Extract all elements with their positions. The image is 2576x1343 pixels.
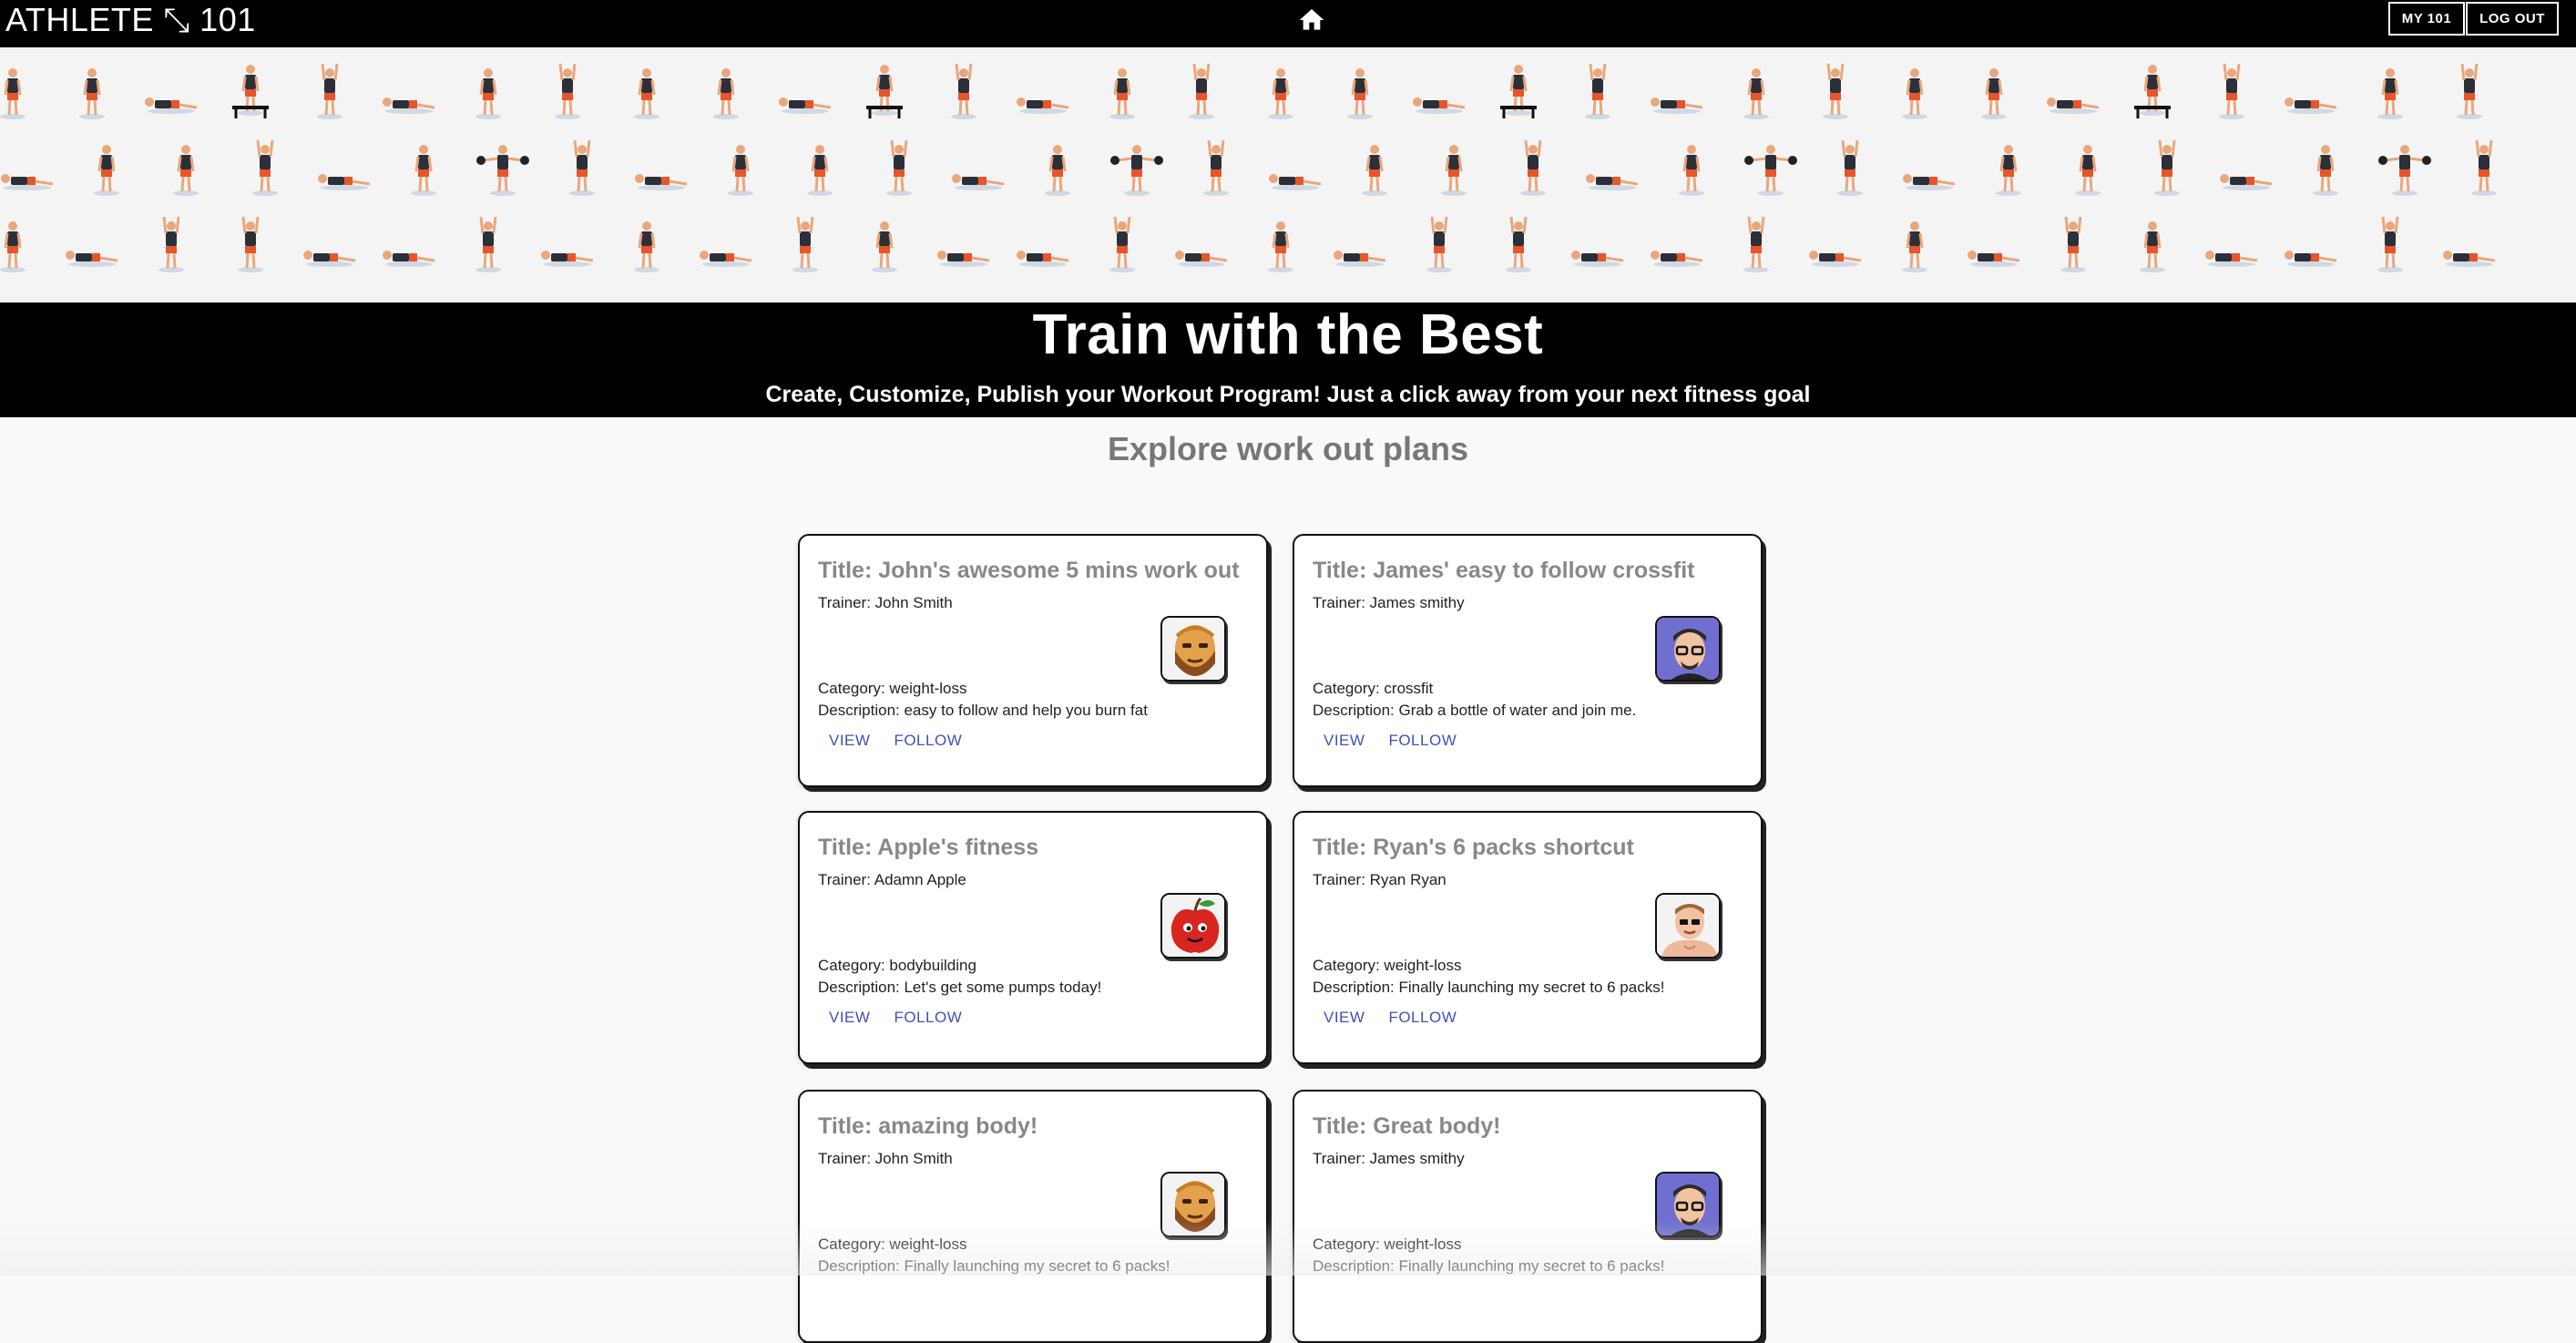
home-icon[interactable] [1297,5,1326,35]
card-description: Description: Finally launching my secret… [1313,979,1665,996]
view-button[interactable]: VIEW [1324,1009,1365,1027]
card-description: Description: Grab a bottle of water and … [1313,702,1637,719]
top-navbar: ATHLETE ⤡ 101 MY 101 LOG OUT [0,0,2576,47]
card-category: Category: bodybuilding [818,957,976,974]
card-category: Category: weight-loss [1313,957,1462,974]
section-title: Explore work out plans [1107,430,1469,467]
bearded-man-avatar [1160,616,1226,682]
follow-button[interactable]: FOLLOW [1388,1009,1457,1027]
glasses-man-avatar [1655,616,1721,682]
exercise-banner [0,47,2576,302]
card-title: Title: Ryan's 6 packs shortcut [1313,835,1634,860]
card-title: Title: John's awesome 5 mins work out [818,558,1240,583]
card-actions: VIEW FOLLOW [829,732,962,750]
logout-button[interactable]: LOG OUT [2466,2,2559,36]
apple-avatar [1160,893,1226,959]
view-button[interactable]: VIEW [829,732,870,750]
bearded-man-avatar [1160,1172,1226,1237]
card-description: Description: easy to follow and help you… [818,702,1148,719]
follow-button[interactable]: FOLLOW [1388,732,1457,750]
my-101-button[interactable]: MY 101 [2388,2,2465,36]
card-trainer: Trainer: James smithy [1313,1150,1465,1167]
card-trainer: Trainer: Adamn Apple [818,871,966,888]
card-trainer: Trainer: John Smith [818,1150,953,1167]
exercise-figures-illustration [0,63,2497,272]
card-description: Description: Finally launching my secret… [818,1257,1170,1275]
card-actions: VIEW FOLLOW [1324,732,1457,750]
workout-card: Title: Apple's fitness Trainer: Adamn Ap… [798,811,1268,1064]
card-trainer: Trainer: Ryan Ryan [1313,871,1446,888]
card-description: Description: Finally launching my secret… [1313,1257,1665,1275]
hero-title: Train with the Best [1032,303,1544,366]
workout-card: Title: John's awesome 5 mins work out Tr… [798,534,1268,787]
card-trainer: Trainer: John Smith [818,594,953,611]
workout-card: Title: amazing body! Trainer: John Smith… [798,1090,1268,1343]
card-actions: VIEW FOLLOW [1324,1009,1457,1027]
follow-button[interactable]: FOLLOW [894,1009,962,1027]
card-title: Title: Great body! [1313,1113,1501,1139]
brand-logo[interactable]: ATHLETE ⤡ 101 [5,2,256,38]
card-trainer: Trainer: James smithy [1313,594,1465,611]
view-button[interactable]: VIEW [1324,732,1365,750]
card-category: Category: weight-loss [818,680,967,697]
workout-card: Title: Great body! Trainer: James smithy… [1293,1090,1763,1343]
follow-button[interactable]: FOLLOW [894,732,962,750]
workout-card: Title: James' easy to follow crossfit Tr… [1293,534,1763,787]
card-description: Description: Let's get some pumps today! [818,979,1102,996]
workout-card: Title: Ryan's 6 packs shortcut Trainer: … [1293,811,1763,1064]
card-title: Title: Apple's fitness [818,835,1039,860]
muscle-man-avatar [1655,893,1721,959]
view-button[interactable]: VIEW [829,1009,870,1027]
card-title: Title: James' easy to follow crossfit [1313,558,1695,583]
bottom-fade [0,1221,2576,1276]
glasses-man-avatar [1655,1172,1721,1237]
card-title: Title: amazing body! [818,1113,1038,1139]
card-category: Category: weight-loss [818,1235,967,1253]
card-actions: VIEW FOLLOW [829,1009,962,1027]
hero-subtitle: Create, Customize, Publish your Workout … [765,382,1811,407]
hero-section: Train with the Best Create, Customize, P… [0,302,2576,417]
card-category: Category: crossfit [1313,680,1434,697]
card-category: Category: weight-loss [1313,1235,1462,1253]
